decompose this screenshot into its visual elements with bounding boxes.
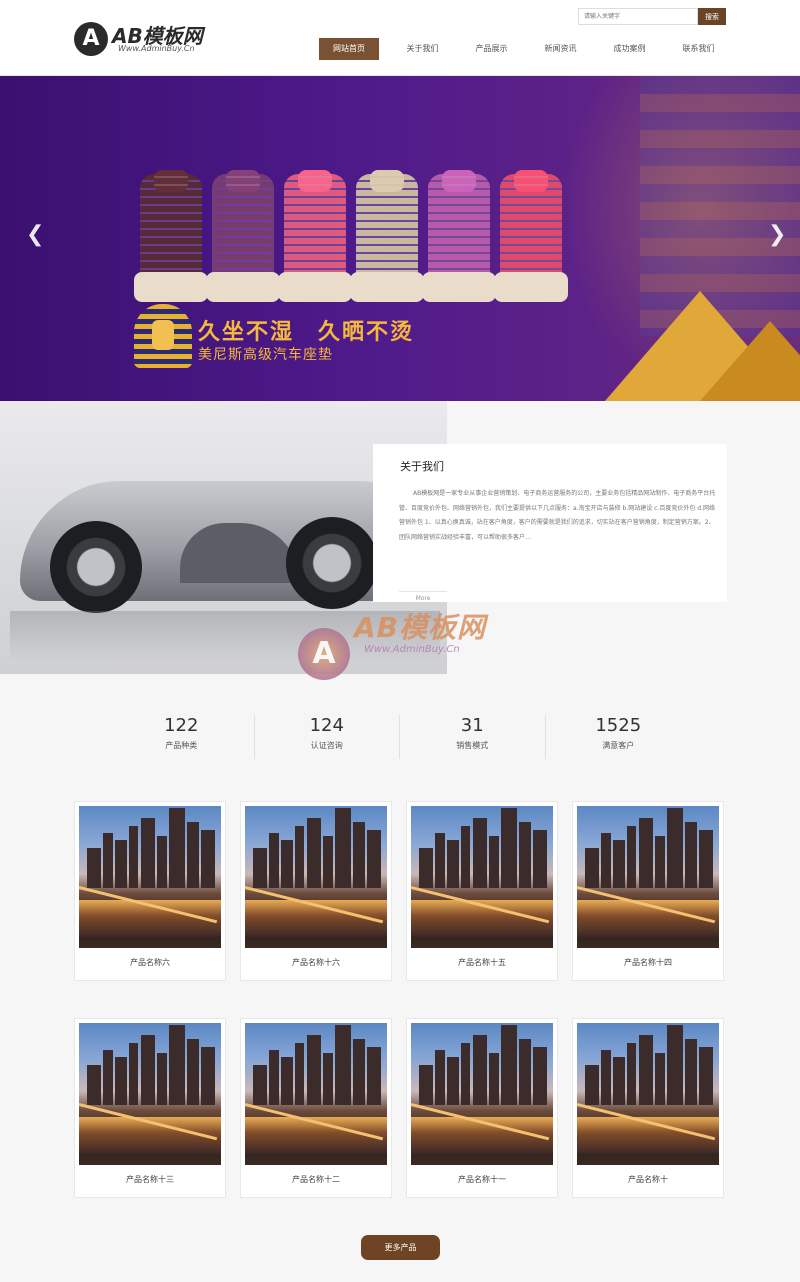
product-name[interactable]: 产品名称十六: [241, 957, 391, 968]
hero-banner[interactable]: 久坐不湿 久晒不烫 美尼斯高级汽车座垫 ❮ ❯: [0, 76, 800, 401]
wheel-graphic: [50, 521, 142, 613]
product-card[interactable]: 产品名称十: [572, 1018, 724, 1198]
search-input[interactable]: [578, 8, 698, 25]
logo-mark: A: [74, 22, 108, 56]
site-logo[interactable]: A AB模板网 Www.AdminBuy.Cn: [74, 20, 224, 60]
product-image[interactable]: [411, 806, 553, 948]
stat-value: 31: [460, 715, 484, 736]
stat-item: 1525 满意客户: [546, 715, 692, 759]
product-name[interactable]: 产品名称六: [75, 957, 225, 968]
stat-label: 销售模式: [456, 741, 489, 750]
product-card[interactable]: 产品名称十三: [74, 1018, 226, 1198]
logo-subtitle: Www.AdminBuy.Cn: [118, 44, 195, 53]
search-button[interactable]: 搜索: [698, 8, 726, 25]
about-more-link[interactable]: More: [399, 591, 447, 605]
product-image[interactable]: [577, 1023, 719, 1165]
chevron-right-icon[interactable]: ❯: [768, 222, 786, 247]
about-title: 关于我们: [400, 460, 444, 473]
product-name[interactable]: 产品名称十: [573, 1174, 723, 1185]
stat-item: 124 认证咨询: [255, 715, 400, 759]
product-card[interactable]: 产品名称十四: [572, 801, 724, 981]
about-card: 关于我们 AB模板网是一家专业从事企业营销策划、电子商务运营服务的公司，主要业务…: [373, 444, 727, 602]
product-card[interactable]: 产品名称十五: [406, 801, 558, 981]
seat-cushion: [206, 170, 280, 302]
seat-cushion: [134, 170, 208, 302]
search-bar: 搜索: [578, 8, 726, 25]
product-image[interactable]: [245, 806, 387, 948]
stat-label: 满意客户: [602, 741, 635, 750]
wheel-graphic: [286, 517, 378, 609]
nav-item-home[interactable]: 网站首页: [319, 38, 379, 60]
seat-cushion: [350, 170, 424, 302]
watermark-subtitle: Www.AdminBuy.Cn: [364, 644, 460, 655]
stats-row: 122 产品种类 124 认证咨询 31 销售模式 1525 满意客户: [109, 715, 691, 759]
product-card[interactable]: 产品名称十一: [406, 1018, 558, 1198]
banner-subtitle: 美尼斯高级汽车座垫: [198, 347, 333, 363]
product-image[interactable]: [577, 806, 719, 948]
nav-item-about[interactable]: 关于我们: [388, 38, 457, 60]
product-image[interactable]: [245, 1023, 387, 1165]
nav-item-products[interactable]: 产品展示: [457, 38, 526, 60]
product-image[interactable]: [79, 806, 221, 948]
stat-item: 122 产品种类: [109, 715, 255, 759]
stat-value: 1525: [595, 715, 642, 736]
product-name[interactable]: 产品名称十五: [407, 957, 557, 968]
nav-item-contact[interactable]: 联系我们: [664, 38, 733, 60]
product-name[interactable]: 产品名称十三: [75, 1174, 225, 1185]
nav-item-news[interactable]: 新闻资讯: [526, 38, 595, 60]
seat-cushion: [278, 170, 352, 302]
product-card[interactable]: 产品名称六: [74, 801, 226, 981]
watermark-title: AB模板网: [354, 611, 487, 644]
watermark-logo: A AB模板网 Www.AdminBuy.Cn: [298, 606, 528, 686]
pyramid-graphic: [700, 321, 800, 401]
main-nav: 网站首页 关于我们 产品展示 新闻资讯 成功案例 联系我们: [319, 38, 733, 60]
product-image[interactable]: [79, 1023, 221, 1165]
product-name[interactable]: 产品名称十一: [407, 1174, 557, 1185]
seat-cushion: [494, 170, 568, 302]
product-name[interactable]: 产品名称十四: [573, 957, 723, 968]
stat-label: 产品种类: [165, 741, 198, 750]
nav-item-cases[interactable]: 成功案例: [595, 38, 664, 60]
banner-slogan: 久坐不湿 久晒不烫: [198, 320, 415, 345]
product-image[interactable]: [411, 1023, 553, 1165]
stat-label: 认证咨询: [310, 741, 343, 750]
product-name[interactable]: 产品名称十二: [241, 1174, 391, 1185]
pharaoh-logo: [134, 304, 192, 368]
more-products-button[interactable]: 更多产品: [361, 1235, 440, 1260]
product-card[interactable]: 产品名称十二: [240, 1018, 392, 1198]
seat-cushion: [422, 170, 496, 302]
about-text: AB模板网是一家专业从事企业营销策划、电子商务运营服务的公司，主要业务包括精品网…: [399, 490, 716, 541]
stat-value: 122: [164, 715, 199, 736]
chevron-left-icon[interactable]: ❮: [26, 222, 44, 247]
watermark-mark: A: [298, 628, 350, 680]
stat-value: 124: [309, 715, 344, 736]
stat-item: 31 销售模式: [400, 715, 546, 759]
site-header: A AB模板网 Www.AdminBuy.Cn 搜索 网站首页 关于我们 产品展…: [0, 0, 800, 76]
product-card[interactable]: 产品名称十六: [240, 801, 392, 981]
